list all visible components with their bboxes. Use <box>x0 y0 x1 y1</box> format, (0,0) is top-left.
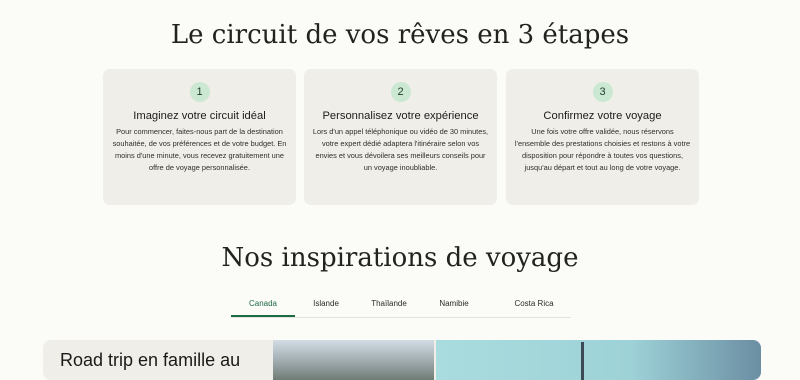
tab-canada[interactable]: Canada <box>231 296 295 317</box>
trip-image-mountains <box>273 340 434 380</box>
inspirations-section-title: Nos inspirations de voyage <box>221 243 579 273</box>
destination-tabs: Canada Islande Thaïlande Namibie Costa R… <box>231 296 571 318</box>
step-number-badge: 1 <box>189 82 210 102</box>
step-description: Pour commencer, faites-nous part de la d… <box>112 127 287 172</box>
trip-card[interactable]: Road trip en famille au <box>43 340 761 380</box>
tab-islande[interactable]: Islande <box>303 296 349 317</box>
trip-image-city <box>436 340 761 380</box>
step-description: Lors d'un appel téléphonique ou vidéo de… <box>312 127 489 172</box>
step-title: Confirmez votre voyage <box>543 110 662 122</box>
tab-thailande[interactable]: Thaïlande <box>361 296 417 317</box>
tab-costa-rica[interactable]: Costa Rica <box>503 296 565 317</box>
step-title: Personnalisez votre expérience <box>322 110 479 122</box>
step-title: Imaginez votre circuit idéal <box>133 110 266 122</box>
steps-cards: 1 Imaginez votre circuit idéal Pour comm… <box>103 69 703 205</box>
trip-card-title: Road trip en famille au <box>60 350 241 370</box>
tab-namibie[interactable]: Namibie <box>427 296 481 317</box>
step-number-badge: 3 <box>592 82 613 102</box>
step-card-3: 3 Confirmez votre voyage Une fois votre … <box>506 69 699 205</box>
cn-tower-shape <box>581 342 584 380</box>
step-description: Une fois votre offre validée, nous réser… <box>514 127 691 172</box>
step-card-2: 2 Personnalisez votre expérience Lors d'… <box>304 69 497 205</box>
step-number-badge: 2 <box>390 82 411 102</box>
steps-section-title: Le circuit de vos rêves en 3 étapes <box>170 20 630 50</box>
step-card-1: 1 Imaginez votre circuit idéal Pour comm… <box>103 69 296 205</box>
